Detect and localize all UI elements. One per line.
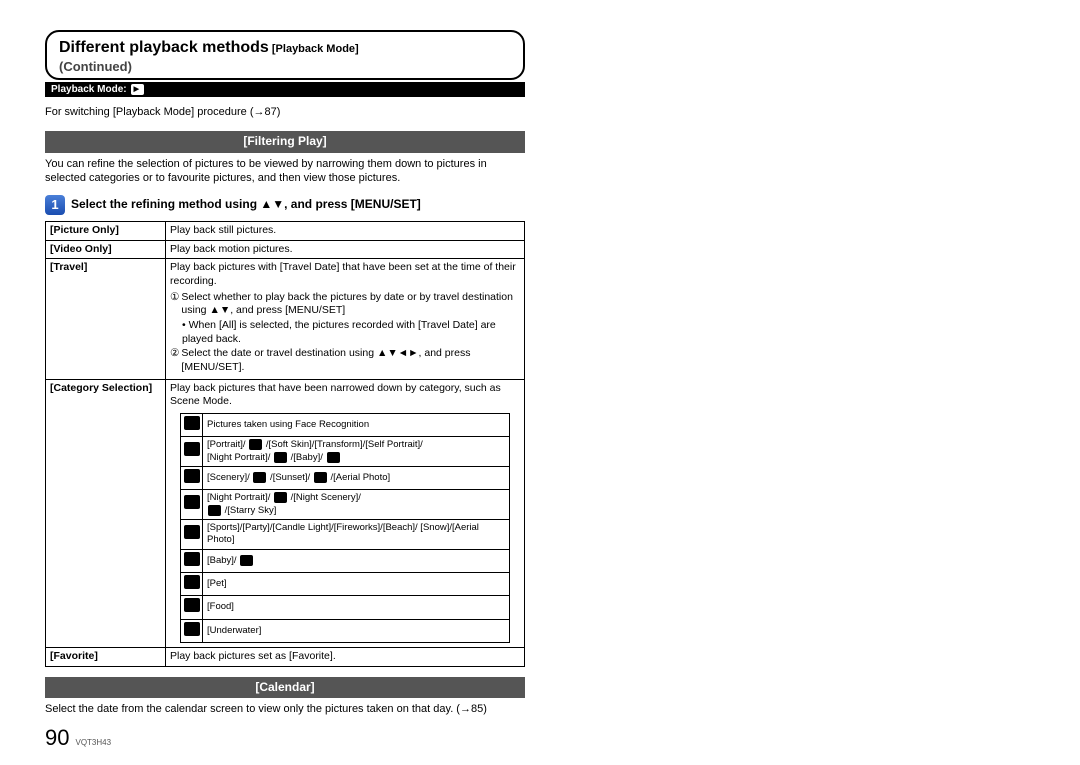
underwater-icon bbox=[184, 622, 200, 636]
mode-icon bbox=[327, 452, 340, 463]
title-continued: (Continued) bbox=[59, 59, 132, 74]
table-row: [Favorite] Play back pictures set as [Fa… bbox=[46, 648, 525, 667]
pet-icon bbox=[184, 575, 200, 589]
mode-icon bbox=[240, 555, 253, 566]
cell-label: [Travel] bbox=[46, 259, 166, 379]
cell-desc: Play back pictures with [Travel Date] th… bbox=[166, 259, 525, 379]
mode-icon bbox=[249, 439, 262, 450]
playback-mode-bar: Playback Mode: bbox=[45, 82, 525, 97]
face-recog-icon bbox=[184, 416, 200, 430]
cat-desc: [Food] bbox=[203, 596, 510, 619]
cell-label: [Favorite] bbox=[46, 648, 166, 667]
refining-table: [Picture Only] Play back still pictures.… bbox=[45, 221, 525, 667]
table-row: [Picture Only] Play back still pictures. bbox=[46, 222, 525, 241]
category-table: Pictures taken using Face Recognition [P… bbox=[180, 413, 510, 643]
calendar-note: Select the date from the calendar screen… bbox=[45, 702, 525, 716]
travel-sublist: ①Select whether to play back the picture… bbox=[170, 291, 520, 375]
cat-desc: [Baby]/ bbox=[203, 549, 510, 572]
cat-desc: Pictures taken using Face Recognition bbox=[203, 413, 510, 436]
cat-desc: [Sports]/[Party]/[Candle Light]/[Firewor… bbox=[203, 519, 510, 549]
filtering-header: [Filtering Play] bbox=[45, 131, 525, 153]
step-text: Select the refining method using ▲▼, and… bbox=[71, 197, 421, 213]
portrait-icon bbox=[184, 442, 200, 456]
cell-label: [Category Selection] bbox=[46, 379, 166, 647]
title-box: Different playback methods [Playback Mod… bbox=[45, 30, 525, 80]
title-mode: [Playback Mode] bbox=[272, 43, 359, 55]
cat-desc: [Underwater] bbox=[203, 619, 510, 642]
filtering-note: You can refine the selection of pictures… bbox=[45, 157, 525, 186]
title-main: Different playback methods bbox=[59, 39, 269, 56]
mode-bar-label: Playback Mode: bbox=[51, 83, 127, 96]
travel-desc: Play back pictures with [Travel Date] th… bbox=[170, 261, 516, 287]
category-desc: Play back pictures that have been narrow… bbox=[170, 382, 501, 408]
intro-text: For switching [Playback Mode] procedure … bbox=[45, 105, 525, 119]
food-icon bbox=[184, 598, 200, 612]
table-row: [Video Only] Play back motion pictures. bbox=[46, 240, 525, 259]
cat-desc: [Portrait]/ /[Soft Skin]/[Transform]/[Se… bbox=[203, 437, 510, 467]
table-row: [Category Selection] Play back pictures … bbox=[46, 379, 525, 647]
page-number: 90 bbox=[45, 724, 69, 753]
cell-desc: Play back still pictures. bbox=[166, 222, 525, 241]
travel-sub2: Select the date or travel destination us… bbox=[181, 347, 520, 374]
cat-desc: [Pet] bbox=[203, 573, 510, 596]
circled-two-icon: ② bbox=[170, 347, 179, 374]
doc-code: VQT3H43 bbox=[75, 738, 111, 748]
mode-icon bbox=[274, 492, 287, 503]
cell-label: [Video Only] bbox=[46, 240, 166, 259]
calendar-header: [Calendar] bbox=[45, 677, 525, 699]
cell-label: [Picture Only] bbox=[46, 222, 166, 241]
mode-icon bbox=[314, 472, 327, 483]
cat-desc: [Night Portrait]/ /[Night Scenery]/ /[St… bbox=[203, 490, 510, 520]
mode-icon bbox=[208, 505, 221, 516]
table-row: [Travel] Play back pictures with [Travel… bbox=[46, 259, 525, 379]
sports-icon bbox=[184, 525, 200, 539]
scenery-icon bbox=[184, 469, 200, 483]
baby-icon bbox=[184, 552, 200, 566]
mode-icon bbox=[253, 472, 266, 483]
travel-bullet: • When [All] is selected, the pictures r… bbox=[182, 319, 520, 346]
cell-desc: Play back motion pictures. bbox=[166, 240, 525, 259]
circled-one-icon: ① bbox=[170, 291, 179, 318]
playback-icon bbox=[131, 84, 144, 95]
night-icon bbox=[184, 495, 200, 509]
cell-desc: Play back pictures set as [Favorite]. bbox=[166, 648, 525, 667]
cat-desc: [Scenery]/ /[Sunset]/ /[Aerial Photo] bbox=[203, 466, 510, 489]
mode-icon bbox=[274, 452, 287, 463]
step-row: 1 Select the refining method using ▲▼, a… bbox=[45, 195, 1035, 215]
travel-sub1: Select whether to play back the pictures… bbox=[181, 291, 520, 318]
step-badge: 1 bbox=[45, 195, 65, 215]
footer: 90 VQT3H43 bbox=[45, 724, 111, 753]
cell-desc: Play back pictures that have been narrow… bbox=[166, 379, 525, 647]
